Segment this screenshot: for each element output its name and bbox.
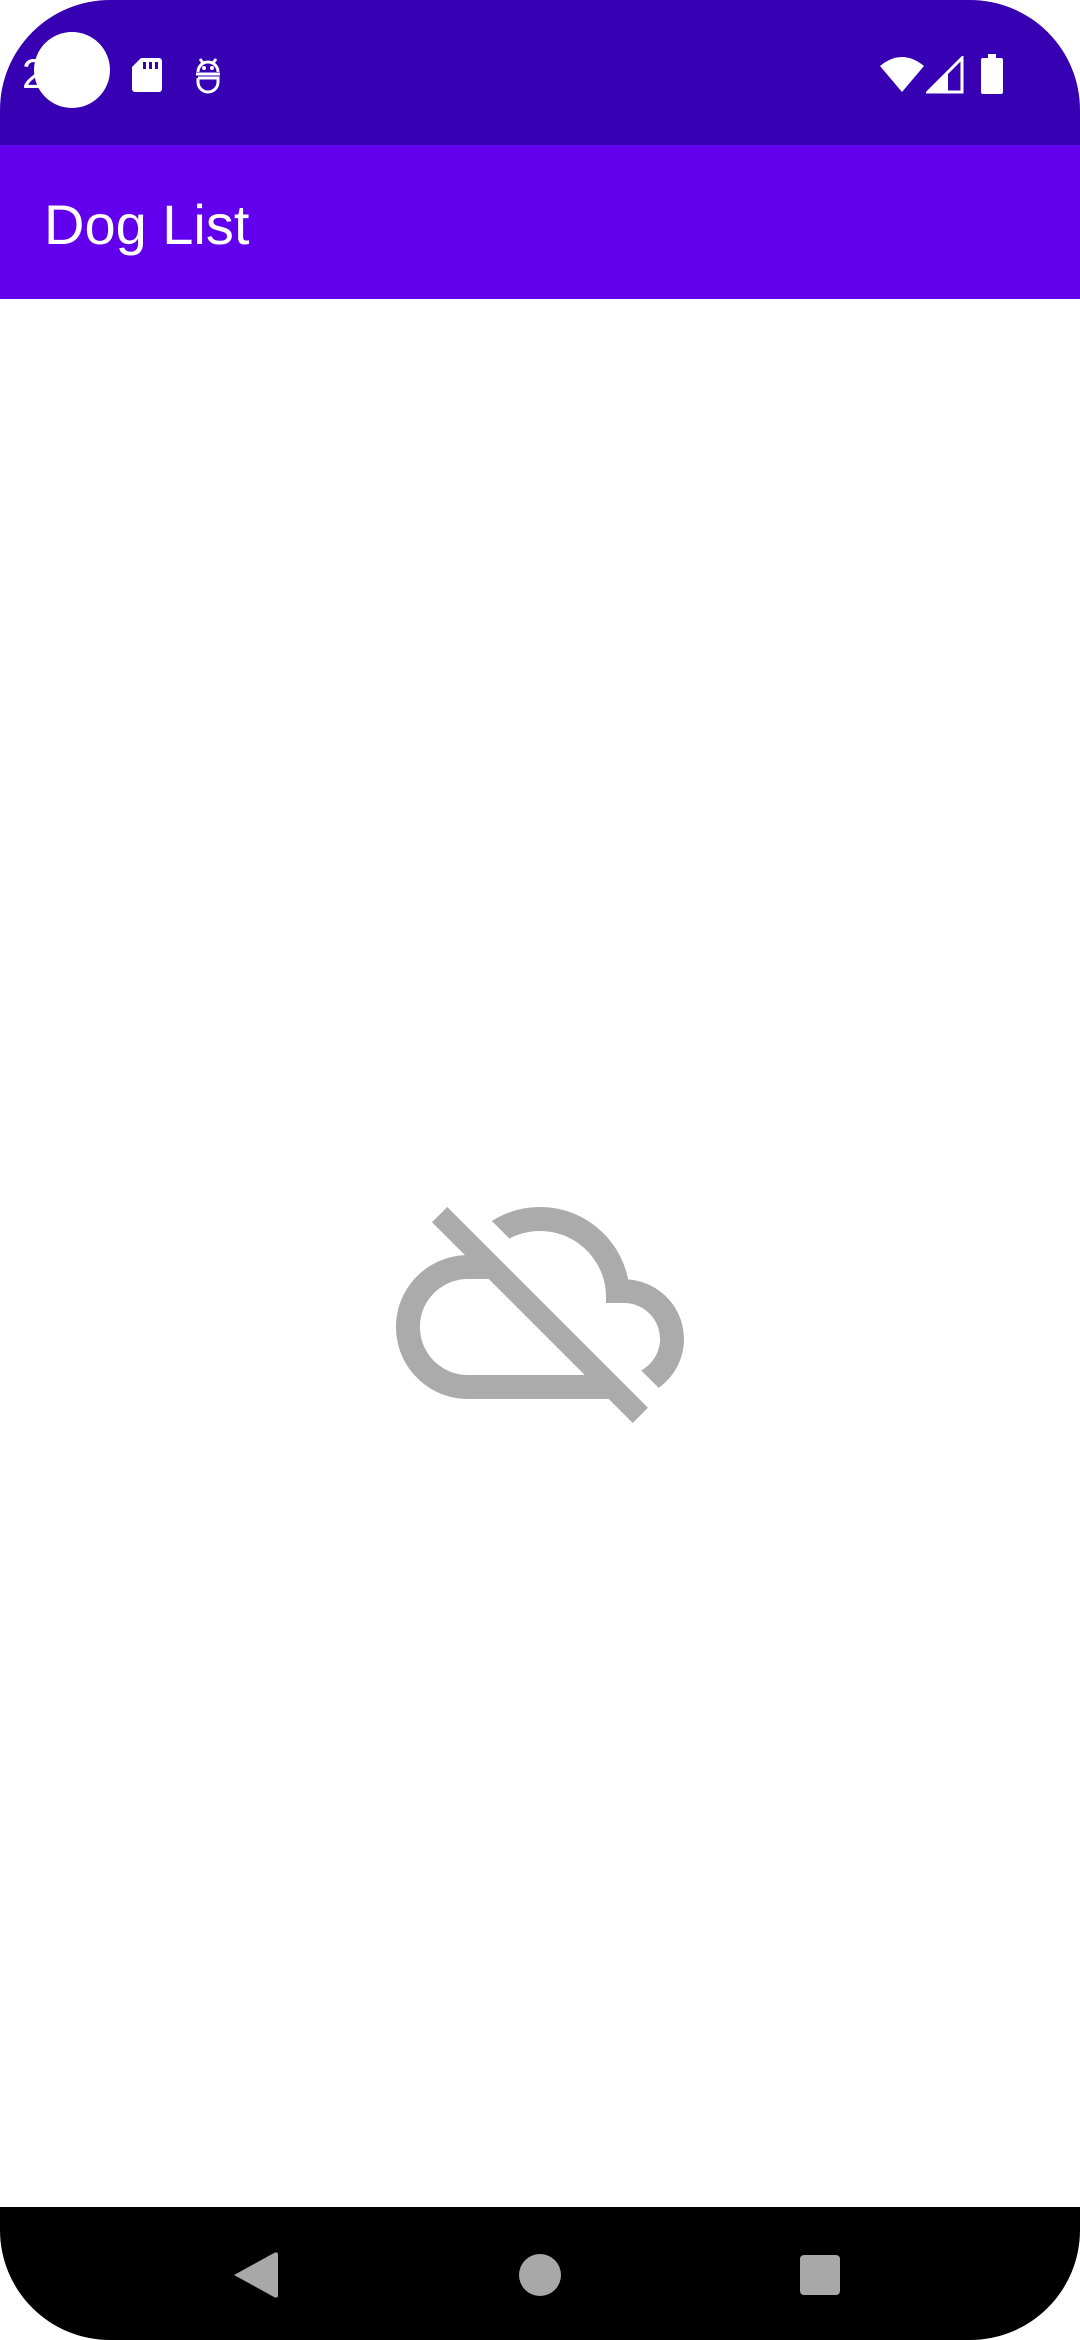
app-title: Dog List	[44, 193, 250, 256]
recents-icon[interactable]	[780, 2235, 860, 2315]
signal-icon	[926, 56, 964, 94]
camera-cutout	[34, 32, 110, 108]
sd-card-icon	[132, 58, 162, 92]
screen: 2	[0, 0, 1080, 2340]
navigation-bar	[0, 2207, 1080, 2340]
wifi-icon	[880, 57, 924, 92]
android-debug-icon	[196, 58, 220, 94]
content-area	[0, 299, 1080, 2207]
battery-icon	[981, 54, 1003, 94]
home-icon[interactable]	[500, 2235, 580, 2315]
back-icon[interactable]	[216, 2235, 296, 2315]
app-bar: Dog List	[0, 145, 1080, 299]
cloud-off-icon	[396, 1207, 684, 1423]
status-bar: 2	[0, 0, 1080, 145]
